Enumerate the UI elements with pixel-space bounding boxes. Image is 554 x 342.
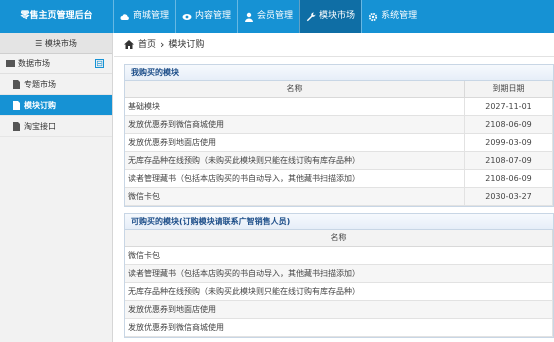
module-name: 读者管理藏书（包括本店购买的书自动导入，其他藏书扫描添加）: [125, 264, 553, 283]
table-row: 微信卡包: [125, 246, 553, 265]
purchased-modules-panel: 我购买的模块 名称 到期日期 基础模块 2027-11-01 发放优惠券到微信商城…: [124, 64, 554, 207]
main-content: 首页 › 模块订购 我购买的模块 名称 到期日期 基础模块 2027-11-01 …: [114, 33, 554, 342]
eye-icon: [182, 13, 192, 20]
column-header-name: 名称: [125, 81, 465, 98]
cloud-icon: [120, 13, 129, 20]
table-row: 无库存品种在线预购（未购买此模块则只能在线订购有库存品种）: [125, 282, 553, 301]
nav-label: 模块市场: [319, 11, 356, 21]
module-name: 发放优惠券到地面店使用: [125, 300, 553, 319]
home-icon: [124, 40, 134, 49]
nav-label: 会员管理: [257, 11, 294, 21]
table-row: 发放优惠券到地面店使用: [125, 300, 553, 319]
column-header-expiry: 到期日期: [464, 81, 553, 98]
folder-icon: [6, 60, 15, 67]
expiry-date: 2108-06-09: [464, 115, 553, 134]
available-modules-panel: 可购买的模块(订购模块请联系广智销售人员) 名称 微信卡包 读者管理藏书（包括本…: [124, 213, 554, 338]
module-name: 读者管理藏书（包括本店购买的书自动导入，其他藏书扫描添加）: [125, 169, 465, 188]
module-name: 发放优惠券到地面店使用: [125, 133, 465, 152]
table-row: 读者管理藏书（包括本店购买的书自动导入，其他藏书扫描添加） 2108-06-09: [125, 169, 553, 188]
sidebar-item-topic-market[interactable]: 专题市场: [0, 74, 112, 95]
module-name: 微信卡包: [125, 187, 465, 206]
user-icon: [245, 12, 254, 22]
module-name: 无库存品种在线预购（未购买此模块则只能在线订购有库存品种）: [125, 151, 465, 170]
table-row: 读者管理藏书（包括本店购买的书自动导入，其他藏书扫描添加）: [125, 264, 553, 283]
nav-label: 系统管理: [381, 11, 418, 21]
table-row: 基础模块 2027-11-01: [125, 97, 553, 116]
module-name: 微信卡包: [125, 246, 553, 265]
document-icon: [13, 79, 20, 89]
table-row: 微信卡包 2030-03-27: [125, 187, 553, 206]
top-header: 零售主页管理后台 商城管理 内容管理 会员管理 模块市场 系统管理: [0, 0, 554, 33]
sidebar-item-label: 淘宝接口: [24, 121, 56, 131]
module-name: 无库存品种在线预购（未购买此模块则只能在线订购有库存品种）: [125, 282, 553, 301]
app-title: 零售主页管理后台: [20, 11, 93, 21]
nav-label: 商城管理: [133, 11, 170, 21]
expiry-date: 2108-07-09: [464, 151, 553, 170]
expiry-date: 2099-03-09: [464, 133, 553, 152]
nav-item-module-market[interactable]: 模块市场: [299, 0, 362, 33]
nav-item-mall[interactable]: 商城管理: [113, 0, 175, 33]
nav-item-system[interactable]: 系统管理: [361, 0, 423, 33]
nav-label: 内容管理: [195, 11, 232, 21]
table-row: 发放优惠券到微信商城使用 2108-06-09: [125, 115, 553, 134]
table-header-row: 名称: [125, 230, 553, 247]
purchased-modules-table: 名称 到期日期 基础模块 2027-11-01 发放优惠券到微信商城使用 2108-…: [125, 81, 553, 206]
expiry-date: 2027-11-01: [464, 97, 553, 116]
sidebar-item-module-order[interactable]: 模块订购: [0, 95, 112, 116]
sidebar-item-label: 专题市场: [24, 79, 56, 89]
module-name: 发放优惠券到微信商城使用: [125, 318, 553, 337]
table-row: 发放优惠券到地面店使用 2099-03-09: [125, 133, 553, 152]
gear-icon: [368, 12, 378, 21]
breadcrumb-separator: ›: [160, 37, 165, 51]
breadcrumb-home[interactable]: 首页: [138, 33, 156, 57]
wrench-icon: [306, 12, 316, 21]
module-name: 基础模块: [125, 97, 465, 116]
panel-title: 我购买的模块: [125, 65, 553, 81]
module-name: 发放优惠券到微信商城使用: [125, 115, 465, 134]
expiry-date: 2030-03-27: [464, 187, 553, 206]
expiry-date: 2108-06-09: [464, 169, 553, 188]
document-icon: [13, 100, 20, 110]
breadcrumb: 首页 › 模块订购: [114, 33, 554, 57]
sidebar-item-label: 模块订购: [24, 100, 56, 110]
table-row: 发放优惠券到微信商城使用: [125, 318, 553, 337]
sidebar-group-label: 数据市场: [18, 59, 50, 68]
nav-item-members[interactable]: 会员管理: [237, 0, 299, 33]
document-icon: [13, 121, 20, 131]
collapse-icon[interactable]: ⊟: [95, 59, 104, 68]
nav-item-content[interactable]: 内容管理: [175, 0, 237, 33]
available-modules-table: 名称 微信卡包 读者管理藏书（包括本店购买的书自动导入，其他藏书扫描添加） 无库…: [125, 230, 553, 337]
sidebar-item-taobao-api[interactable]: 淘宝接口: [0, 116, 112, 137]
main-nav: 商城管理 内容管理 会员管理 模块市场 系统管理: [113, 0, 423, 33]
sidebar: ☰ 模块市场 数据市场 ⊟ 专题市场 模块订购 淘宝接口: [0, 33, 113, 342]
breadcrumb-current: 模块订购: [168, 39, 205, 50]
table-row: 无库存品种在线预购（未购买此模块则只能在线订购有库存品种） 2108-07-09: [125, 151, 553, 170]
sidebar-title: ☰ 模块市场: [0, 33, 112, 54]
column-header-name: 名称: [125, 230, 553, 247]
sidebar-group-data-market[interactable]: 数据市场 ⊟: [0, 54, 112, 74]
table-header-row: 名称 到期日期: [125, 81, 553, 98]
panel-title: 可购买的模块(订购模块请联系广智销售人员): [125, 214, 553, 230]
